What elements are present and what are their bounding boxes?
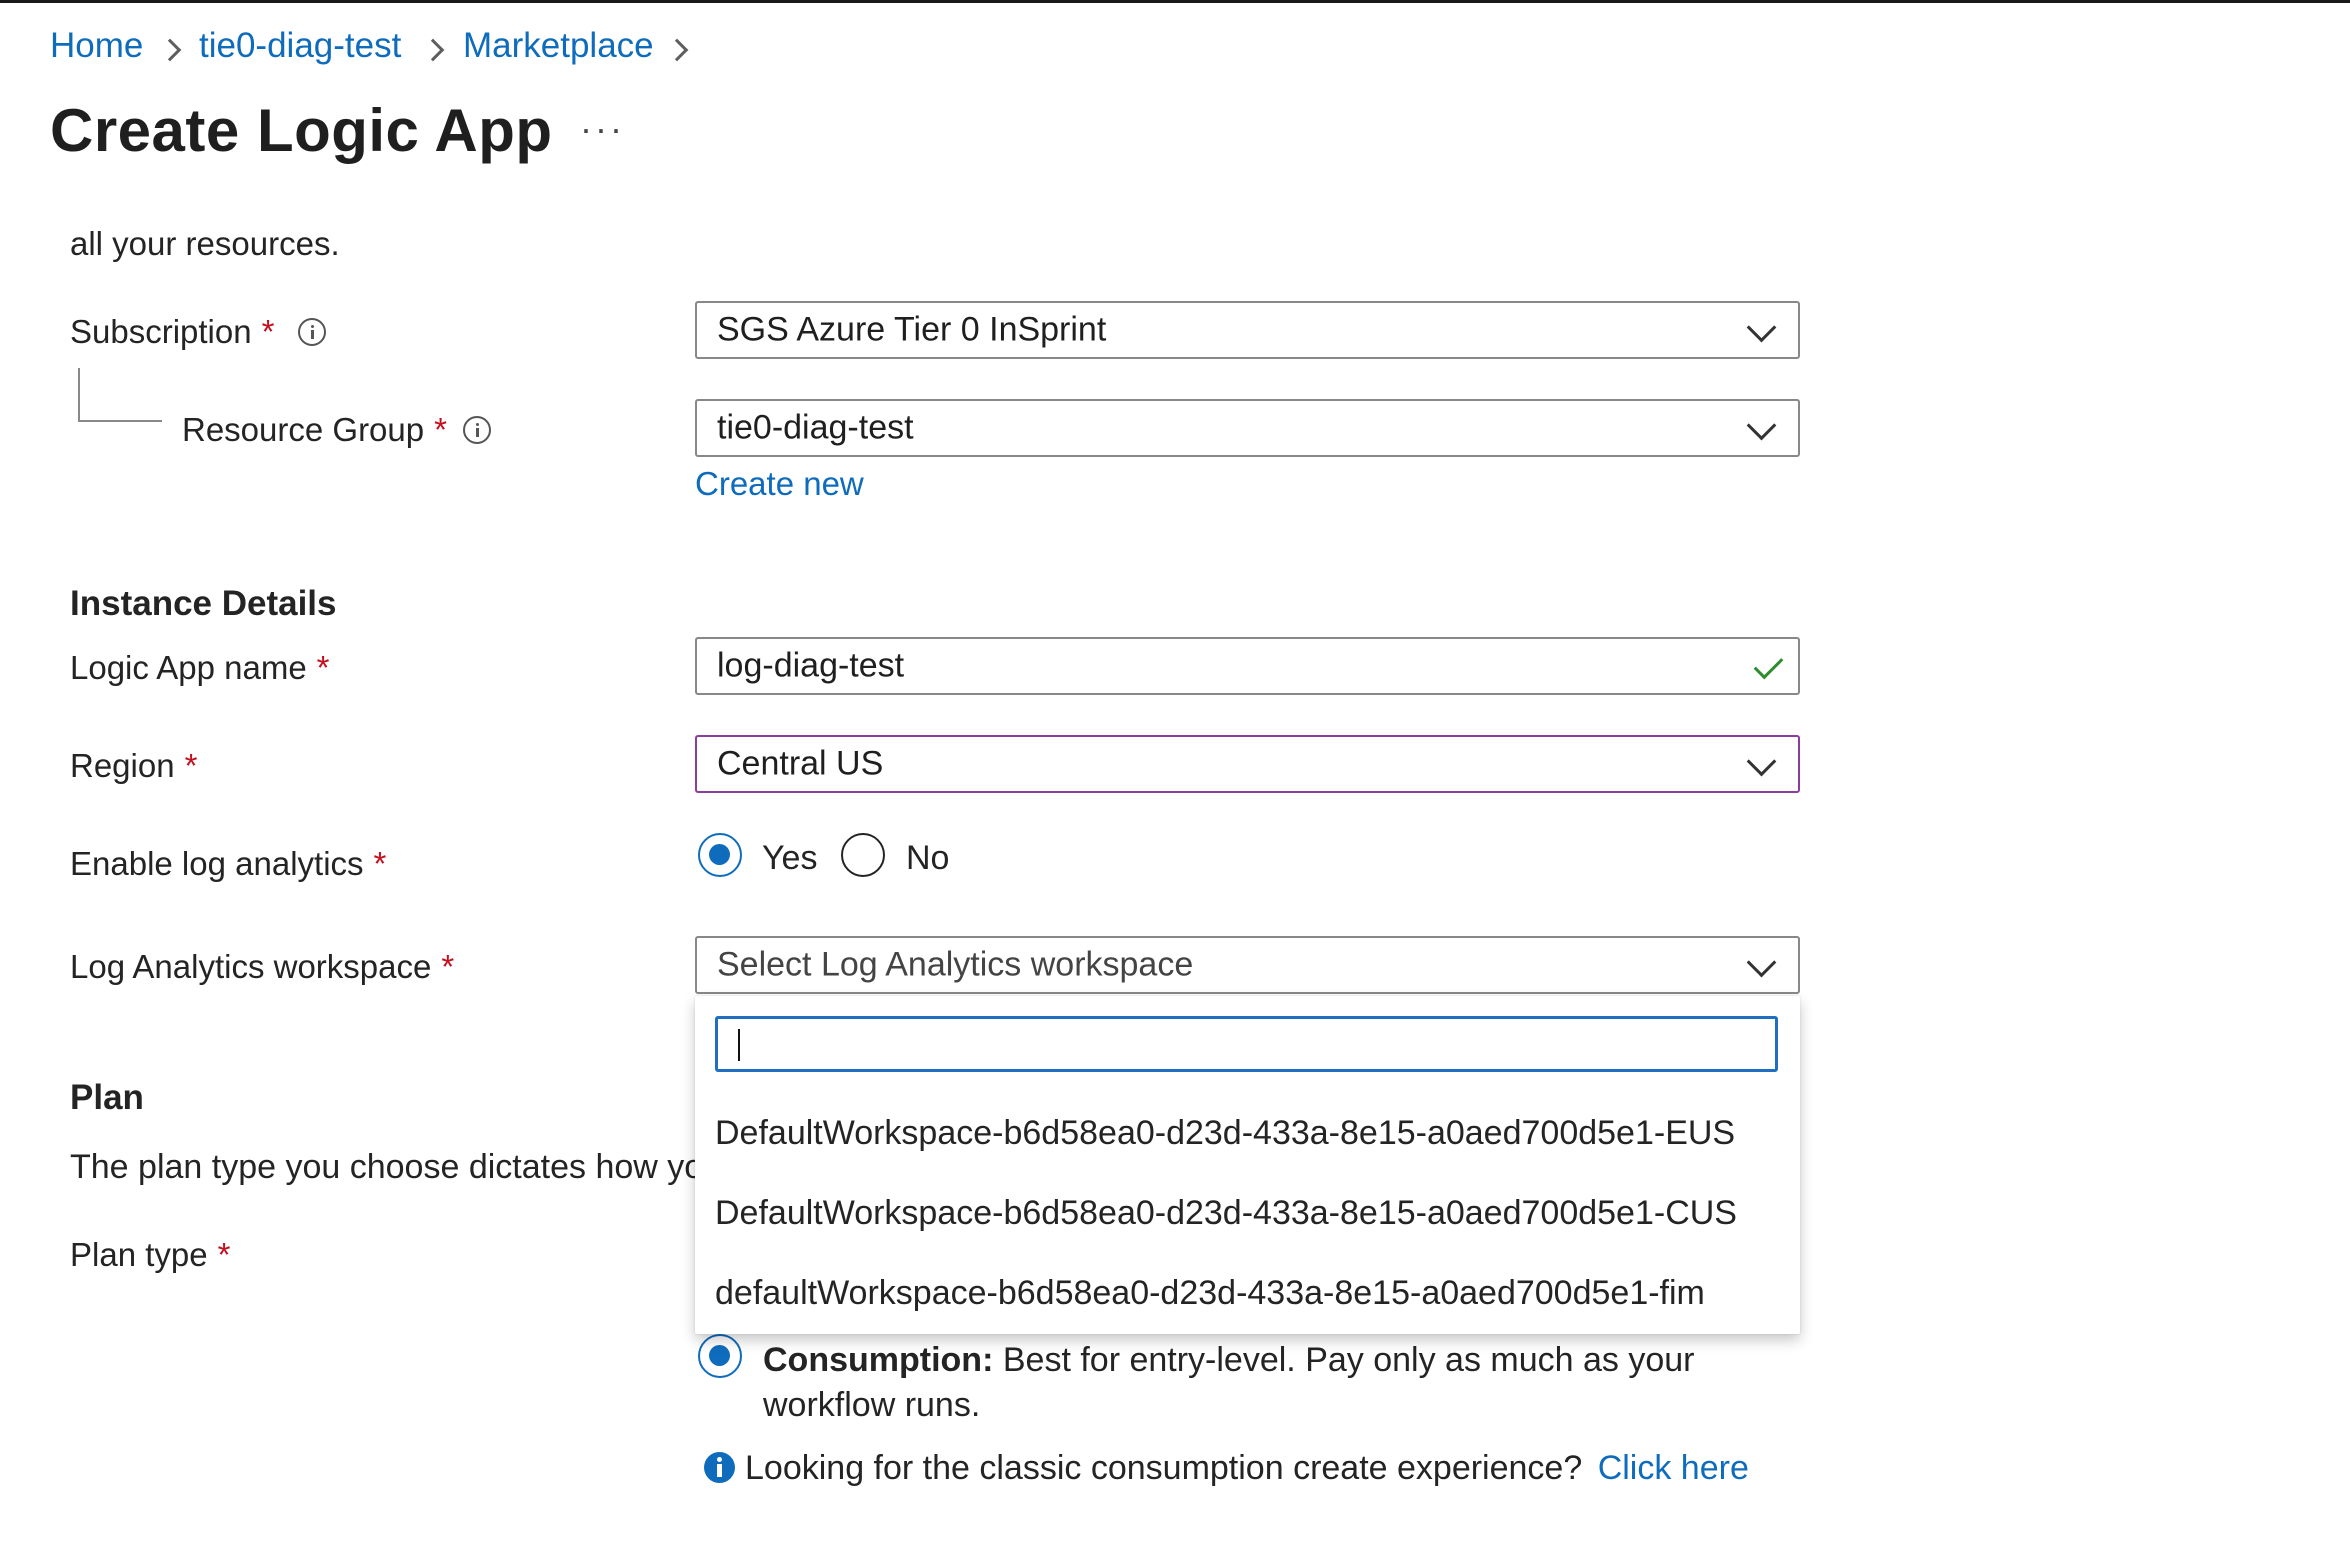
log-analytics-workspace-dropdown[interactable]: Select Log Analytics workspace xyxy=(695,936,1800,994)
classic-experience-link[interactable]: Click here xyxy=(1598,1449,1749,1487)
info-icon[interactable] xyxy=(298,318,326,346)
workspace-option[interactable]: DefaultWorkspace-b6d58ea0-d23d-433a-8e15… xyxy=(715,1114,1735,1153)
workspace-option[interactable]: DefaultWorkspace-b6d58ea0-d23d-433a-8e15… xyxy=(715,1194,1737,1233)
classic-experience-message: Looking for the classic consumption crea… xyxy=(745,1449,1583,1487)
text-cursor xyxy=(738,1029,740,1061)
region-dropdown[interactable]: Central US xyxy=(695,735,1800,793)
region-value: Central US xyxy=(717,744,884,783)
required-mark: * xyxy=(373,845,387,882)
log-analytics-workspace-label: Log Analytics workspace * xyxy=(70,948,454,986)
subscription-label-text: Subscription xyxy=(70,313,252,350)
required-mark: * xyxy=(261,313,275,350)
logic-app-name-value: log-diag-test xyxy=(717,646,905,685)
chevron-down-icon xyxy=(1746,410,1777,441)
plan-heading: Plan xyxy=(70,1078,144,1117)
required-mark: * xyxy=(217,1236,231,1273)
window-top-border xyxy=(0,0,2350,3)
instance-details-heading: Instance Details xyxy=(70,584,337,623)
region-label-text: Region xyxy=(70,747,175,784)
log-analytics-workspace-placeholder: Select Log Analytics workspace xyxy=(717,945,1194,984)
subscription-label: Subscription * xyxy=(70,313,274,351)
chevron-down-icon xyxy=(1746,746,1777,777)
tree-connector xyxy=(78,368,162,422)
plan-description: The plan type you choose dictates how yo… xyxy=(70,1148,695,1186)
subscription-value: SGS Azure Tier 0 InSprint xyxy=(717,310,1107,349)
classic-experience-text: Looking for the classic consumption crea… xyxy=(745,1449,1749,1488)
resource-group-label-text: Resource Group xyxy=(182,411,425,448)
chevron-down-icon xyxy=(1746,312,1777,343)
required-mark: * xyxy=(441,948,455,985)
info-filled-icon xyxy=(704,1452,735,1483)
plan-consumption-line1[interactable]: Consumption: Best for entry-level. Pay o… xyxy=(763,1341,1694,1380)
breadcrumb-home[interactable]: Home xyxy=(50,26,143,66)
chevron-right-icon xyxy=(421,38,445,62)
resource-group-value: tie0-diag-test xyxy=(717,408,914,447)
log-analytics-no-radio[interactable] xyxy=(841,833,885,877)
resource-group-label: Resource Group * xyxy=(182,411,447,449)
required-mark: * xyxy=(316,649,330,686)
logic-app-name-input[interactable]: log-diag-test xyxy=(695,637,1800,695)
logic-app-name-label-text: Logic App name xyxy=(70,649,307,686)
required-mark: * xyxy=(434,411,447,448)
chevron-right-icon xyxy=(158,38,182,62)
log-analytics-yes-label[interactable]: Yes xyxy=(762,839,817,878)
workspace-dropdown-list: DefaultWorkspace-b6d58ea0-d23d-433a-8e15… xyxy=(695,996,1800,1334)
more-options-button[interactable]: ··· xyxy=(580,108,625,150)
intro-text: all your resources. xyxy=(70,225,340,262)
required-mark: * xyxy=(184,747,198,784)
breadcrumb-marketplace[interactable]: Marketplace xyxy=(463,26,654,66)
enable-log-analytics-label-text: Enable log analytics xyxy=(70,845,364,882)
logic-app-name-label: Logic App name * xyxy=(70,649,330,687)
plan-consumption-desc: Best for entry-level. Pay only as much a… xyxy=(1002,1341,1695,1379)
plan-type-label: Plan type * xyxy=(70,1236,230,1274)
create-new-link[interactable]: Create new xyxy=(695,465,864,503)
plan-consumption-radio[interactable] xyxy=(698,1334,742,1378)
enable-log-analytics-label: Enable log analytics * xyxy=(70,845,386,883)
checkmark-icon xyxy=(1753,649,1784,680)
plan-consumption-title: Consumption: xyxy=(763,1341,994,1379)
page-title: Create Logic App xyxy=(50,97,553,164)
resource-group-dropdown[interactable]: tie0-diag-test xyxy=(695,399,1800,457)
chevron-right-icon xyxy=(665,38,689,62)
chevron-down-icon xyxy=(1746,947,1777,978)
plan-type-label-text: Plan type xyxy=(70,1236,208,1273)
workspace-option[interactable]: defaultWorkspace-b6d58ea0-d23d-433a-8e15… xyxy=(715,1274,1705,1313)
workspace-search-input[interactable] xyxy=(715,1016,1778,1072)
plan-consumption-line2: workflow runs. xyxy=(763,1386,981,1424)
log-analytics-no-label[interactable]: No xyxy=(906,839,949,878)
log-analytics-yes-radio[interactable] xyxy=(698,833,742,877)
info-icon[interactable] xyxy=(463,416,491,444)
breadcrumb-resource-group[interactable]: tie0-diag-test xyxy=(199,26,401,66)
subscription-dropdown[interactable]: SGS Azure Tier 0 InSprint xyxy=(695,301,1800,359)
log-analytics-workspace-label-text: Log Analytics workspace xyxy=(70,948,432,985)
region-label: Region * xyxy=(70,747,197,785)
